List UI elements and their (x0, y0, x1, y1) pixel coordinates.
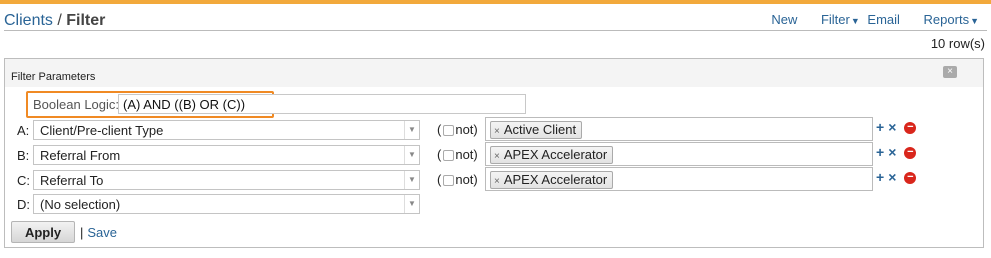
caret-down-icon: ▼ (850, 16, 860, 26)
field-select-d[interactable]: (No selection) ▼ (33, 194, 420, 214)
reports-menu[interactable]: Reports▼ (914, 12, 979, 27)
not-checkbox-b[interactable] (443, 150, 455, 162)
not-open-paren: ( (437, 172, 442, 187)
not-toggle-c: ( not) (437, 172, 478, 187)
not-label: not) (455, 147, 478, 162)
clear-condition-icon[interactable]: × (888, 119, 896, 135)
row-label-b: B: (17, 148, 30, 163)
value-tag-c: × APEX Accelerator (490, 171, 614, 189)
dropdown-arrow-icon: ▼ (404, 121, 419, 139)
value-tag-label: Active Client (503, 122, 577, 137)
reports-menu-label: Reports (923, 12, 970, 27)
field-select-d-value: (No selection) (40, 197, 121, 212)
value-tagbox-a[interactable]: × Active Client (485, 117, 873, 141)
add-condition-icon[interactable]: + (876, 119, 884, 135)
value-tagbox-c[interactable]: × APEX Accelerator (485, 167, 873, 191)
not-open-paren: ( (437, 147, 442, 162)
panel-title: Filter Parameters (11, 71, 96, 83)
field-select-b-value: Referral From (40, 148, 121, 163)
boolean-logic-input[interactable] (118, 94, 526, 114)
filter-menu[interactable]: Filter▼ (811, 12, 860, 27)
value-tag-a: × Active Client (490, 121, 583, 139)
not-checkbox-a[interactable] (443, 125, 455, 137)
not-label: not) (455, 122, 478, 137)
email-link[interactable]: Email (867, 12, 900, 27)
row-label-d: D: (17, 197, 30, 212)
remove-row-icon[interactable]: − (904, 122, 917, 135)
caret-down-icon: ▼ (970, 16, 979, 26)
row-label-a: A: (17, 123, 30, 138)
save-link[interactable]: Save (87, 225, 117, 240)
field-select-c[interactable]: Referral To ▼ (33, 170, 420, 190)
breadcrumb: Clients / Filter (4, 12, 105, 30)
dropdown-arrow-icon: ▼ (404, 146, 419, 164)
row-label-c: C: (17, 173, 30, 188)
field-select-b[interactable]: Referral From ▼ (33, 145, 420, 165)
breadcrumb-clients-link[interactable]: Clients (4, 12, 53, 29)
value-tag-label: APEX Accelerator (503, 172, 608, 187)
field-select-a-value: Client/Pre-client Type (40, 123, 164, 138)
new-link[interactable]: New (771, 12, 797, 27)
filter-menu-label: Filter (820, 12, 850, 27)
value-tag-label: APEX Accelerator (503, 147, 608, 162)
not-toggle-a: ( not) (437, 122, 478, 137)
not-toggle-b: ( not) (437, 147, 478, 162)
boolean-logic-label: Boolean Logic: (33, 97, 120, 112)
field-select-a[interactable]: Client/Pre-client Type ▼ (33, 120, 420, 140)
save-area: | Save (80, 225, 117, 240)
not-checkbox-c[interactable] (443, 175, 455, 187)
header-actions: New Filter▼ Email Reports▼ (761, 12, 979, 27)
value-tag-b: × APEX Accelerator (490, 146, 614, 164)
row-actions-b: + × − (876, 144, 917, 160)
dropdown-arrow-icon: ▼ (404, 195, 419, 213)
close-icon[interactable]: × (943, 66, 957, 78)
dropdown-arrow-icon: ▼ (404, 171, 419, 189)
remove-tag-icon[interactable]: × (494, 126, 500, 137)
clear-condition-icon[interactable]: × (888, 169, 896, 185)
breadcrumb-separator: / (57, 12, 62, 29)
page-title: Filter (66, 12, 106, 29)
page-header: Clients / Filter New Filter▼ Email Repor… (0, 4, 991, 32)
remove-row-icon[interactable]: − (904, 147, 917, 160)
remove-tag-icon[interactable]: × (494, 176, 500, 187)
row-actions-c: + × − (876, 169, 917, 185)
not-label: not) (455, 172, 478, 187)
not-open-paren: ( (437, 122, 442, 137)
remove-row-icon[interactable]: − (904, 172, 917, 185)
save-divider: | (80, 225, 84, 240)
field-select-c-value: Referral To (40, 173, 104, 188)
row-actions-a: + × − (876, 119, 917, 135)
apply-button[interactable]: Apply (11, 221, 75, 243)
add-condition-icon[interactable]: + (876, 169, 884, 185)
add-condition-icon[interactable]: + (876, 144, 884, 160)
header-divider (4, 30, 987, 31)
remove-tag-icon[interactable]: × (494, 151, 500, 162)
row-count: 10 row(s) (930, 36, 985, 51)
clear-condition-icon[interactable]: × (888, 144, 896, 160)
value-tagbox-b[interactable]: × APEX Accelerator (485, 142, 873, 166)
